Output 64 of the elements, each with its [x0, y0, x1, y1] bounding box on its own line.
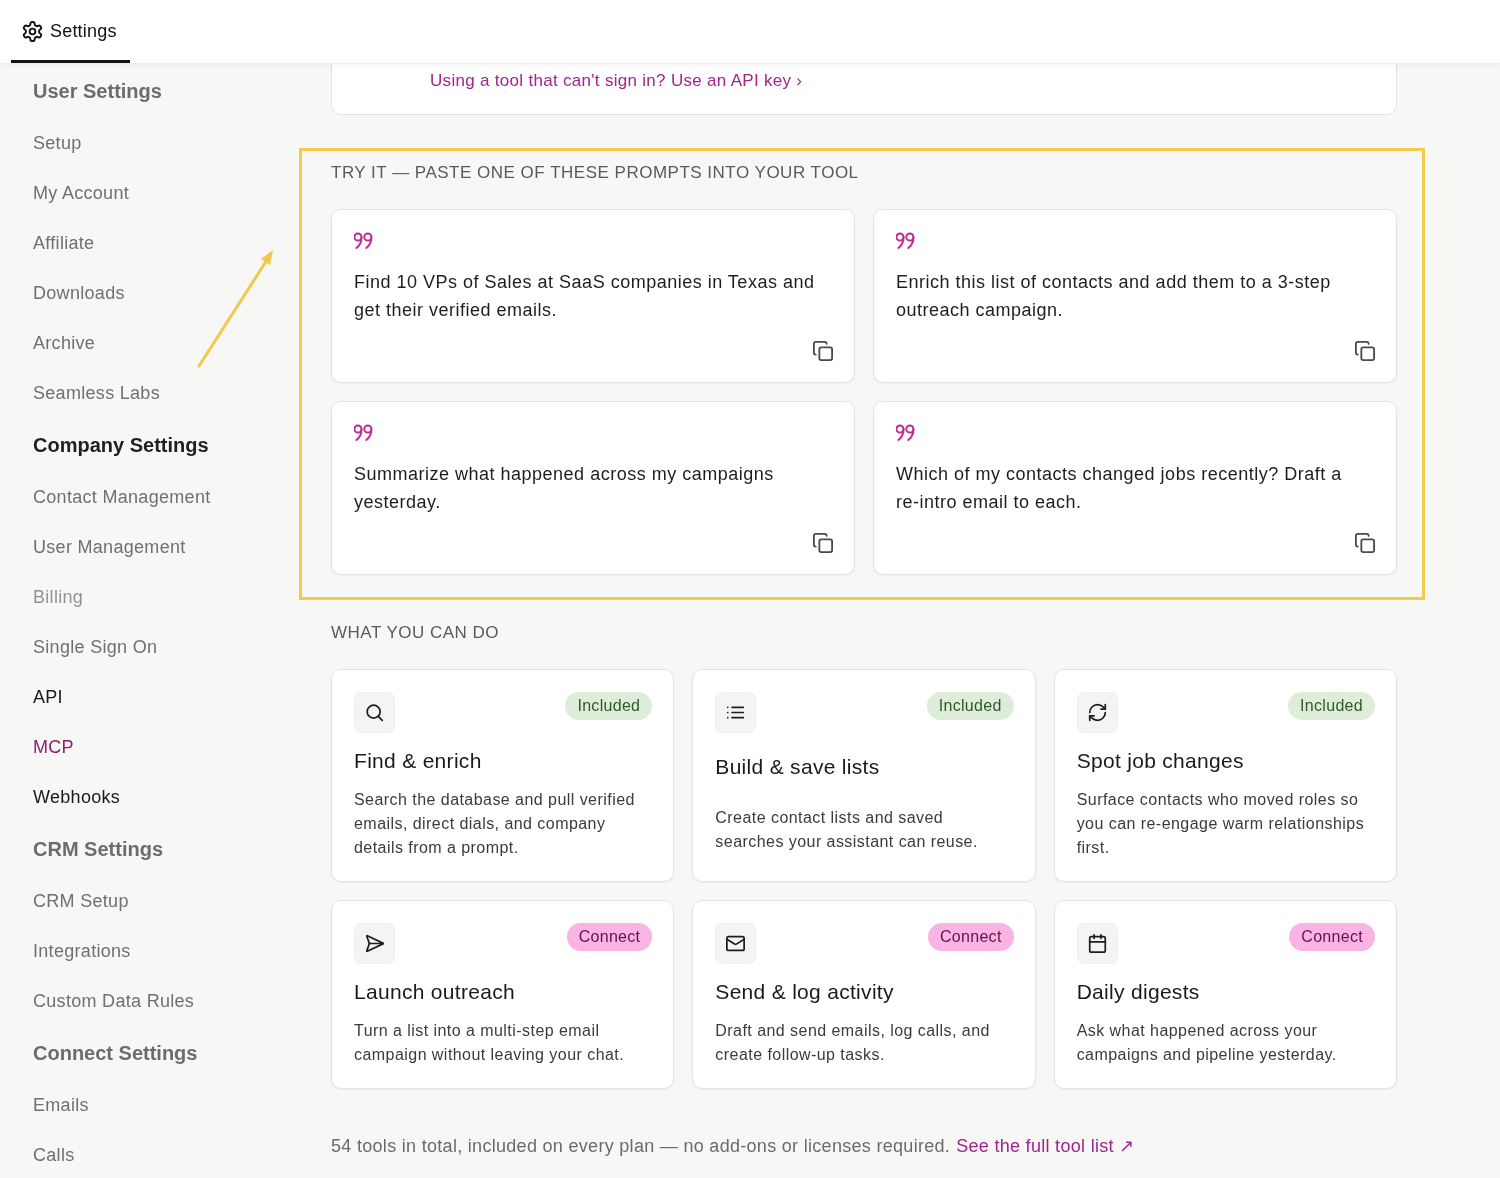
section-title: WHAT YOU CAN DO: [331, 622, 500, 644]
sidebar-heading: Connect Settings: [33, 1041, 198, 1066]
calendar-icon: [1076, 923, 1118, 964]
sidebar-item[interactable]: API: [33, 683, 63, 711]
status-badge: Connect: [1289, 923, 1375, 951]
section-title: TRY IT — PASTE ONE OF THESE PROMPTS INTO YOUR TOOL: [331, 162, 860, 184]
sidebar-item[interactable]: Archive: [33, 329, 96, 357]
copy-icon[interactable]: [1355, 341, 1375, 361]
capability-description: Draft and send emails, log calls, and create follow-up tasks.: [715, 1021, 991, 1065]
capability-description: Create contact lists and saved searches your assistant can reuse.: [715, 808, 979, 852]
status-badge: Included: [926, 692, 1014, 720]
sidebar-item[interactable]: User Management: [33, 533, 186, 561]
quote-icon: [354, 232, 373, 250]
sidebar-item[interactable]: Contact Management: [33, 483, 211, 511]
capability-title: Send & log activity: [715, 980, 894, 1004]
api-key-link[interactable]: Using a tool that can't sign in? Use an API key ›: [430, 71, 803, 90]
capability-title: Find & enrich: [354, 749, 482, 773]
sidebar-item[interactable]: Affiliate: [33, 229, 95, 257]
search-icon: [354, 692, 395, 733]
settings-tab[interactable]: Settings: [11, 0, 130, 63]
sidebar-item[interactable]: Webhooks: [33, 783, 121, 811]
quote-icon: [896, 232, 915, 250]
sidebar-item[interactable]: Custom Data Rules: [33, 987, 195, 1015]
refresh-icon: [1076, 692, 1118, 733]
copy-icon[interactable]: [1355, 533, 1375, 553]
sidebar-heading: User Settings: [33, 79, 162, 104]
sidebar-item[interactable]: MCP: [33, 733, 74, 761]
status-badge: Included: [565, 692, 653, 720]
copy-icon[interactable]: [813, 533, 833, 553]
quote-icon: [896, 424, 915, 442]
settings-icon: [22, 21, 43, 42]
sidebar-item[interactable]: CRM Setup: [33, 887, 129, 915]
list-icon: [715, 692, 757, 733]
copy-icon[interactable]: [813, 341, 833, 361]
status-badge: Connect: [566, 923, 653, 951]
status-badge: Included: [1288, 692, 1375, 720]
sidebar-item[interactable]: Seamless Labs: [33, 379, 160, 407]
sidebar-item[interactable]: My Account: [33, 179, 130, 207]
sidebar-item[interactable]: Setup: [33, 129, 82, 157]
prompt-text: Summarize what happened across my campaigns yesterday.: [354, 463, 775, 514]
status-badge: Connect: [927, 923, 1014, 951]
capability-title: Launch outreach: [354, 980, 515, 1004]
quote-icon: [354, 424, 373, 442]
sidebar-item[interactable]: Emails: [33, 1091, 89, 1119]
capability-description: Turn a list into a multi-step email campaign without leaving your chat.: [354, 1021, 626, 1065]
capability-description: Search the database and pull verified emails, direct dials, and company details from a prompt.: [354, 790, 636, 858]
send-icon: [354, 923, 395, 964]
capability-description: Surface contacts who moved roles so you can re-engage warm relationships first.: [1076, 790, 1366, 858]
sidebar-item[interactable]: Calls: [33, 1141, 75, 1169]
mail-icon: [715, 923, 757, 964]
full-tool-list-link[interactable]: See the full tool list ↗: [956, 1134, 1135, 1158]
sidebar-heading: CRM Settings: [33, 837, 163, 862]
capability-description: Ask what happened across your campaigns and pipeline yesterday.: [1076, 1021, 1338, 1065]
tools-summary-text: 54 tools in total, included on every plan — no add-ons or licenses required.: [331, 1135, 951, 1158]
prompt-text: Enrich this list of contacts and add them to a 3-step outreach campaign.: [896, 271, 1332, 322]
sidebar-heading: Company Settings: [33, 433, 209, 458]
prompt-text: Which of my contacts changed jobs recently? Draft a re-intro email to each.: [896, 463, 1343, 514]
prompt-text: Find 10 VPs of Sales at SaaS companies in Texas and get their verified emails.: [354, 271, 816, 322]
capability-title: Daily digests: [1076, 980, 1200, 1004]
sidebar-item[interactable]: Single Sign On: [33, 633, 158, 661]
capability-title: Build & save lists: [715, 755, 880, 779]
sidebar-item[interactable]: Integrations: [33, 937, 131, 965]
capability-title: Spot job changes: [1076, 749, 1244, 773]
sidebar-item[interactable]: Downloads: [33, 279, 125, 307]
